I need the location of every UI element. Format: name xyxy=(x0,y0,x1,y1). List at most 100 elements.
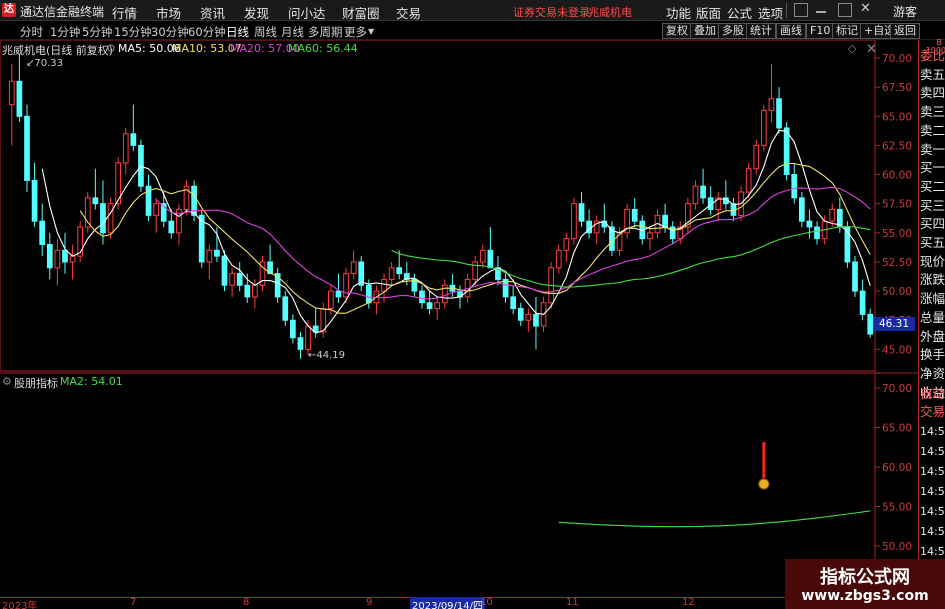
price-tick-label: 45.00 xyxy=(882,344,912,356)
candle-body xyxy=(806,220,813,228)
menu-market-quotes[interactable]: 行情 xyxy=(112,3,137,22)
minimize-icon[interactable] xyxy=(816,3,826,13)
candle-body xyxy=(791,174,798,199)
quote-panel-item: 买四 xyxy=(920,216,945,232)
candle-body xyxy=(8,80,15,106)
candle-body xyxy=(122,133,129,164)
candlestick-series[interactable] xyxy=(8,54,874,359)
date-label-oct: 10 xyxy=(480,597,493,608)
price-tick-label: 57.50 xyxy=(882,199,912,211)
candle-body xyxy=(290,319,296,339)
price-tick-label: 50.00 xyxy=(882,286,912,298)
candle-body xyxy=(753,144,760,170)
period-daily[interactable]: 日线 xyxy=(226,24,249,40)
menu-ask-xiaoda[interactable]: 问小达 xyxy=(288,3,326,22)
more-dropdown-icon[interactable]: ▼ xyxy=(368,27,374,36)
sub-settings-icon[interactable]: ⚙ xyxy=(2,375,12,388)
tick-time-item: 14:56 xyxy=(920,505,945,518)
quote-panel-item: 净资 xyxy=(920,365,945,381)
candle-body xyxy=(206,249,213,263)
candle-body xyxy=(244,284,251,298)
quote-panel-item: 换手 xyxy=(920,347,945,363)
quote-panel-item: 总量 xyxy=(920,309,945,325)
trade-login-warning[interactable]: 证券交易未登录 xyxy=(513,4,590,20)
close-icon[interactable]: ✕ xyxy=(860,2,874,17)
price-tick-label: 67.50 xyxy=(882,82,912,94)
overlay-button[interactable]: 叠加 xyxy=(690,23,720,39)
candle-body xyxy=(350,261,357,275)
candle-body xyxy=(388,267,395,280)
candle-body xyxy=(555,249,562,269)
watermark-url: www.zbgs3.com xyxy=(801,588,929,604)
quote-panel-lower-item[interactable]: 自动 xyxy=(920,385,945,403)
settings-gear-icon[interactable]: ⚙ xyxy=(106,42,116,55)
sub-indicator-title: 股朋指标 xyxy=(14,377,58,390)
quote-panel-lower-item[interactable]: 交易 xyxy=(920,403,945,421)
multi-stock-button[interactable]: 多股 xyxy=(718,23,748,39)
menu-wealth-circle[interactable]: 财富圈 xyxy=(342,3,380,22)
period-30min[interactable]: 30分钟 xyxy=(151,24,189,40)
quote-panel-item: 卖三 xyxy=(920,104,945,120)
f10-button[interactable]: F10 xyxy=(806,23,835,39)
menu-trade[interactable]: 交易 xyxy=(396,3,421,22)
quote-panel-item: 涨跌 xyxy=(920,272,945,288)
menu-news[interactable]: 资讯 xyxy=(200,3,225,22)
period-intraday[interactable]: 分时 xyxy=(20,24,43,40)
grid-layout-icon[interactable] xyxy=(794,3,808,17)
candle-body xyxy=(517,308,524,321)
draw-line-button[interactable]: 画线 xyxy=(776,23,806,39)
adjust-button[interactable]: 复权 xyxy=(662,23,692,39)
candle-body xyxy=(479,249,486,263)
candle-body xyxy=(39,220,46,245)
candle-body xyxy=(525,313,532,321)
candle-body xyxy=(229,273,235,286)
period-monthly[interactable]: 月线 xyxy=(281,24,304,40)
period-more[interactable]: 更多 xyxy=(344,24,367,40)
menu-market[interactable]: 市场 xyxy=(156,3,181,22)
candle-body xyxy=(798,197,805,222)
sub-ma2-label: MA2: 54.01 xyxy=(60,375,123,388)
sub-indicator-panel: 70.00 65.00 60.00 55.00 50.00 xyxy=(558,383,912,553)
price-tick-label: 70.00 xyxy=(882,53,912,65)
sub-tick-label: 65.00 xyxy=(882,423,912,435)
date-label-aug: 8 xyxy=(243,597,250,608)
quote-panel-item: 买五 xyxy=(920,235,945,250)
period-5min[interactable]: 5分钟 xyxy=(82,24,112,40)
candle-body xyxy=(510,296,517,310)
period-1min[interactable]: 1分钟 xyxy=(50,24,80,40)
period-60min[interactable]: 60分钟 xyxy=(188,24,226,40)
candle-body xyxy=(297,337,304,350)
candle-body xyxy=(472,261,479,280)
candle-body xyxy=(783,127,790,176)
candle-body xyxy=(31,179,38,222)
guest-user-label[interactable]: 游客 xyxy=(893,3,917,20)
candle-body xyxy=(692,185,699,205)
period-weekly[interactable]: 周线 xyxy=(254,24,277,40)
period-multi[interactable]: 多周期 xyxy=(308,24,343,40)
quote-panel-item: 卖一 xyxy=(920,141,945,157)
date-label-sep: 9 xyxy=(366,597,373,608)
mark-button[interactable]: 标记 xyxy=(832,23,862,39)
close-panel-icon[interactable]: ✕ xyxy=(866,42,877,57)
statistics-button[interactable]: 统计 xyxy=(746,23,776,39)
kline-chart[interactable]: 70.00 67.50 65.00 62.50 60.00 57.50 55.00 52.50… xyxy=(0,40,918,597)
menu-layout[interactable]: 版面 xyxy=(696,3,721,22)
period-15min[interactable]: 15分钟 xyxy=(114,24,152,40)
menu-functions[interactable]: 功能 xyxy=(666,3,691,22)
sub-tick-label: 55.00 xyxy=(882,502,912,514)
candle-body xyxy=(760,109,767,146)
signal-coin-icon xyxy=(758,478,770,490)
date-label-2023: 2023年 xyxy=(2,601,38,609)
menu-options[interactable]: 选项 xyxy=(758,3,783,22)
maximize-icon[interactable] xyxy=(838,3,852,17)
date-label-selected: 2023/09/14/四 xyxy=(410,597,486,609)
menu-discover[interactable]: 发现 xyxy=(244,3,269,22)
candle-body xyxy=(426,302,433,310)
tick-time-item: 14:56 xyxy=(920,485,945,498)
candle-body xyxy=(24,115,30,181)
menu-formula[interactable]: 公式 xyxy=(727,3,752,22)
back-button[interactable]: 返回 xyxy=(890,23,920,39)
watermark-title: 指标公式网 xyxy=(820,567,910,588)
price-tick-label: 52.50 xyxy=(882,257,912,269)
diamond-icon[interactable]: ◇ xyxy=(848,42,856,55)
